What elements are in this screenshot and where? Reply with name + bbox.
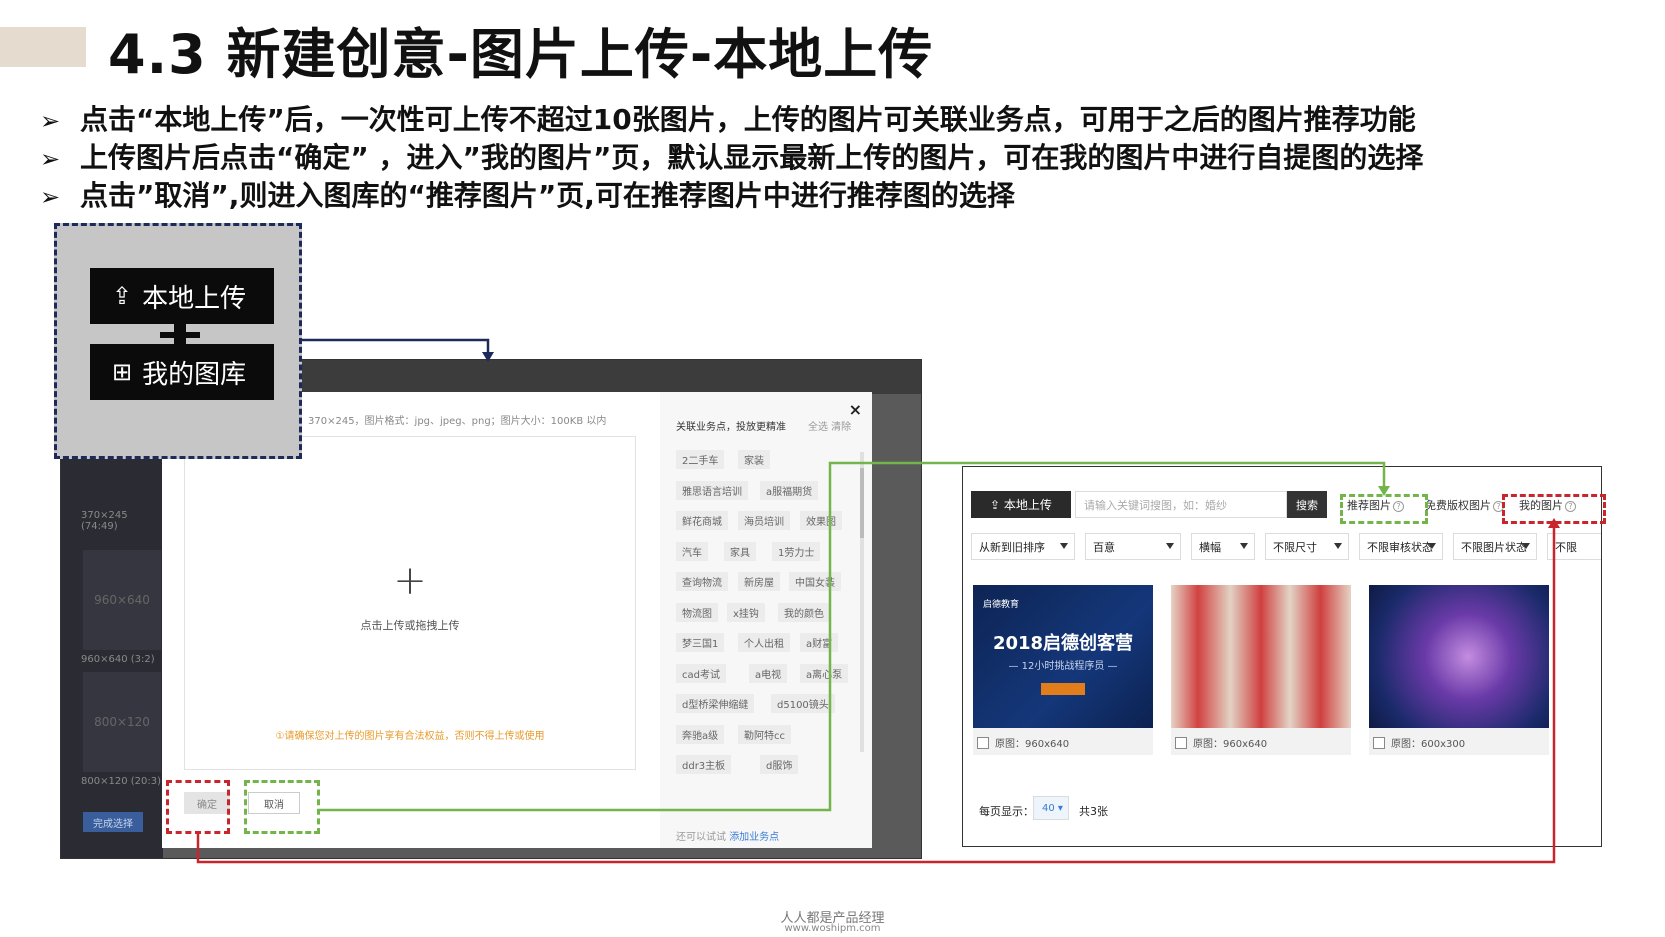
blue-connector [302, 338, 490, 356]
watermark-url: www.woshipm.com [784, 923, 881, 934]
red-connector [196, 524, 1556, 864]
red-arrowhead [1548, 518, 1560, 528]
green-connector [320, 461, 1386, 812]
connector-lines [196, 338, 1560, 864]
green-arrowhead [1378, 486, 1390, 496]
blue-arrowhead [482, 352, 494, 362]
